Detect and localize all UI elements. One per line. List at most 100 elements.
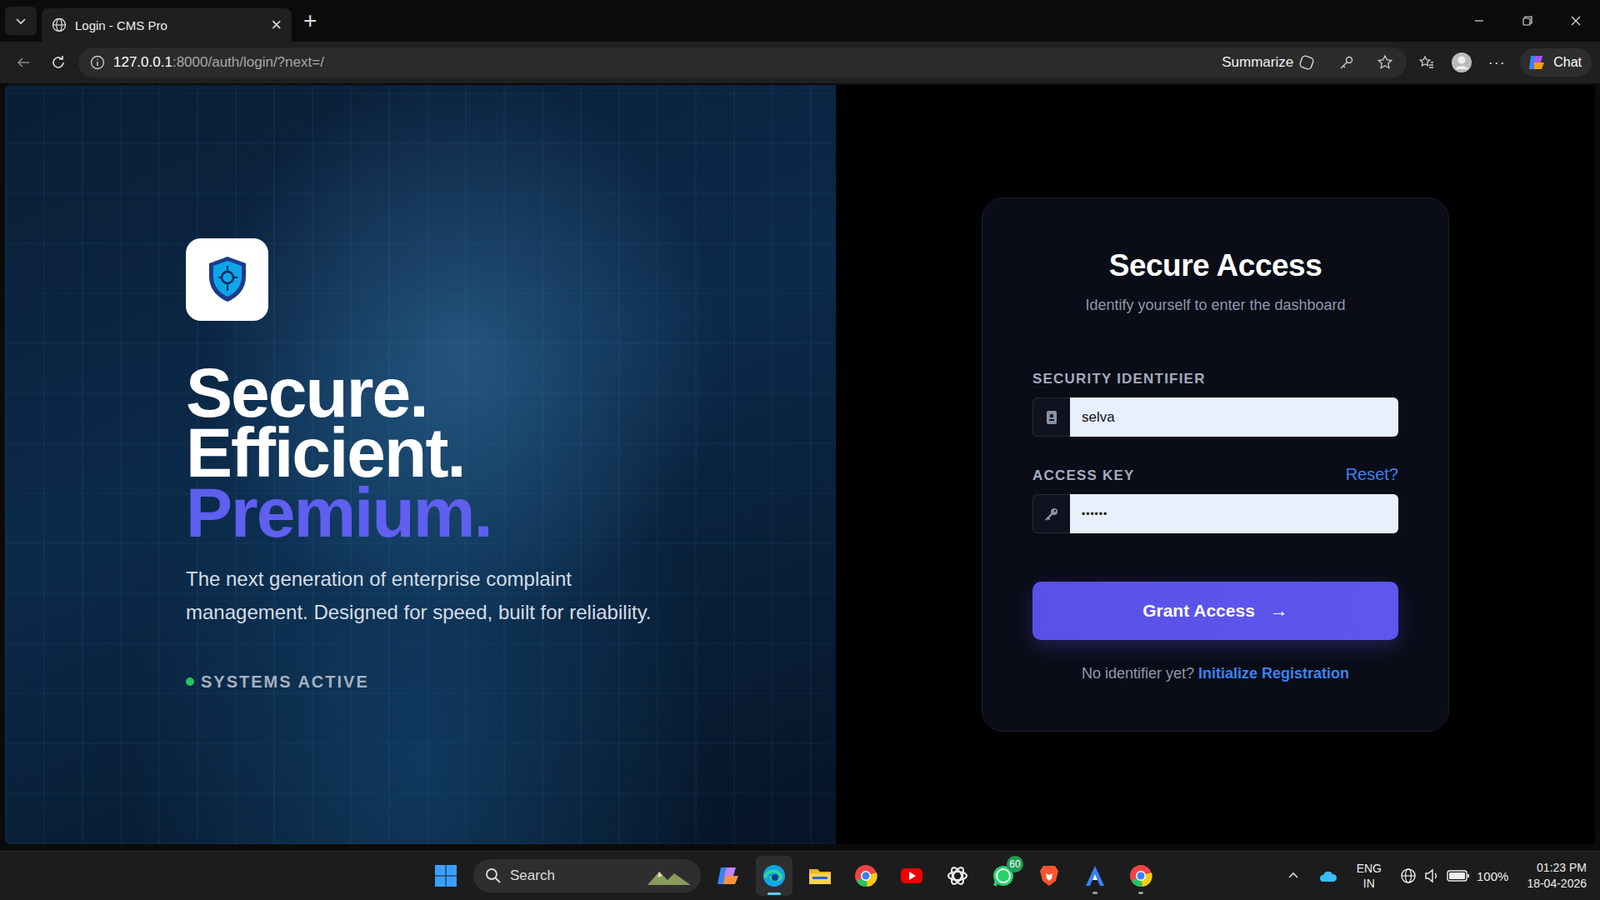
taskbar-app[interactable]: [939, 855, 976, 896]
profile-button[interactable]: [1446, 47, 1477, 78]
reset-link[interactable]: Reset?: [1345, 465, 1399, 485]
running-indicator: [1092, 891, 1098, 895]
copilot-icon: [1526, 52, 1547, 73]
youtube-icon: [899, 863, 925, 889]
submit-label: Grant Access: [1142, 600, 1255, 621]
brave-icon: [1036, 863, 1062, 889]
taskbar-app[interactable]: [1076, 855, 1114, 896]
star-icon: [1376, 54, 1394, 71]
copilot-icon: [715, 863, 741, 889]
summarize-button[interactable]: Summarize: [1221, 54, 1315, 71]
key-icon: [1338, 54, 1355, 71]
tab-close-button[interactable]: ×: [270, 15, 282, 35]
favorites-button[interactable]: [1411, 47, 1442, 78]
login-card: Secure Access Identify yourself to enter …: [981, 197, 1450, 732]
register-prompt: No identifier yet? Initialize Registrati…: [1032, 665, 1399, 683]
start-button[interactable]: [427, 855, 465, 896]
form-field: ACCESS KEY Reset? ••••••: [1032, 465, 1399, 534]
network-globe-icon: [1400, 867, 1417, 885]
taskbar-app[interactable]: [1122, 855, 1160, 896]
chatgpt-icon: [945, 863, 970, 889]
screen: Login - CMS Pro × +127.0.0.1:8000/auth/log…: [0, 0, 1600, 900]
language-indicator[interactable]: ENGIN: [1356, 860, 1382, 891]
login-page: Secure.Efficient.Premium.The next genera…: [5, 85, 1595, 845]
edge-icon: [761, 863, 787, 889]
clock[interactable]: 01:23 PM18-04-2026: [1526, 860, 1587, 892]
chevron-up-icon[interactable]: [1286, 869, 1300, 883]
system-tray[interactable]: 100%: [1400, 867, 1509, 885]
minimize-button[interactable]: [1455, 0, 1504, 42]
reload-icon: [50, 54, 67, 71]
address-bar[interactable]: 127.0.0.1:8000/auth/login/?next=/ Summari…: [78, 47, 1407, 78]
search-highlight-icon: [645, 865, 693, 887]
window-controls: [1455, 0, 1600, 42]
form-field: SECURITY IDENTIFIERselva: [1032, 370, 1399, 437]
back-button[interactable]: [8, 47, 39, 78]
url-text: 127.0.0.1:8000/auth/login/?next=/: [113, 54, 325, 71]
tab-bar: Login - CMS Pro × +: [0, 0, 1600, 42]
taskbar: Search 60 ENGIN 100% 01:23 PM18-04-2026: [0, 850, 1600, 900]
taskbar-app[interactable]: [801, 855, 839, 896]
info-icon: [90, 55, 105, 70]
taskbar-app[interactable]: [893, 855, 930, 896]
chrome-icon: [1128, 863, 1154, 889]
login-panel: Secure Access Identify yourself to enter …: [835, 85, 1595, 845]
search-placeholder: Search: [510, 867, 638, 885]
battery-percent: 100%: [1476, 869, 1509, 884]
status-dot: [185, 677, 195, 686]
app-triangle-icon: [1082, 863, 1108, 889]
chat-button[interactable]: Chat: [1520, 48, 1592, 77]
taskbar-app[interactable]: [710, 855, 747, 896]
summarize-icon: [1298, 54, 1315, 71]
new-tab-button[interactable]: +: [303, 9, 317, 33]
arrow-icon: →: [1270, 600, 1289, 622]
restore-icon: [1521, 15, 1534, 27]
register-link[interactable]: Initialize Registration: [1198, 665, 1350, 682]
search-box[interactable]: Search: [473, 859, 701, 893]
running-indicator: [1138, 891, 1144, 895]
text-input[interactable]: selva: [1070, 397, 1399, 437]
key-icon: [1044, 506, 1060, 522]
browser-toolbar: 127.0.0.1:8000/auth/login/?next=/ Summari…: [0, 41, 1600, 84]
headline-line: Secure.: [185, 362, 786, 423]
page-frame: Secure.Efficient.Premium.The next genera…: [0, 83, 1600, 851]
windows-icon: [434, 864, 458, 888]
taskbar-app[interactable]: [755, 855, 793, 896]
taskbar-app[interactable]: 60: [985, 855, 1022, 896]
id-badge-icon: [1045, 410, 1059, 425]
grant-access-button[interactable]: Grant Access →: [1032, 581, 1399, 640]
restore-button[interactable]: [1503, 0, 1552, 42]
minimize-icon: [1473, 15, 1485, 27]
globe-icon: [51, 17, 67, 33]
reload-button[interactable]: [43, 47, 74, 78]
folder-icon: [807, 863, 833, 889]
favorites-list-icon: [1418, 54, 1435, 71]
text-input[interactable]: ••••••: [1070, 494, 1399, 534]
chrome-icon: [853, 863, 879, 889]
back-arrow-icon: [15, 54, 32, 71]
login-subtitle: Identify yourself to enter the dashboard: [1032, 296, 1399, 315]
hero-description: The next generation of enterprise compla…: [185, 562, 653, 630]
search-icon: [485, 867, 502, 885]
volume-icon: [1423, 867, 1440, 885]
browser-tab[interactable]: Login - CMS Pro ×: [41, 8, 292, 42]
field-label: ACCESS KEY: [1032, 467, 1135, 485]
onedrive-cloud-icon[interactable]: [1318, 868, 1339, 884]
login-title: Secure Access: [1032, 248, 1399, 284]
input-group: ••••••: [1032, 494, 1399, 534]
password-key-button[interactable]: [1331, 47, 1362, 78]
chat-label: Chat: [1553, 55, 1582, 70]
input-prefix: [1032, 494, 1070, 534]
favorite-button[interactable]: [1370, 47, 1400, 78]
close-window-button[interactable]: [1551, 0, 1600, 42]
hero-panel: Secure.Efficient.Premium.The next genera…: [5, 85, 836, 845]
taskbar-app[interactable]: [847, 855, 885, 896]
tab-title: Login - CMS Pro: [75, 18, 263, 33]
active-indicator: [767, 892, 781, 895]
status-label: SYSTEMS ACTIVE: [200, 672, 370, 692]
more-button[interactable]: ···: [1481, 47, 1512, 78]
taskbar-app[interactable]: [1030, 855, 1068, 896]
system-status: SYSTEMS ACTIVE: [185, 672, 786, 692]
input-group: selva: [1032, 397, 1399, 437]
tab-list-button[interactable]: [5, 6, 37, 35]
